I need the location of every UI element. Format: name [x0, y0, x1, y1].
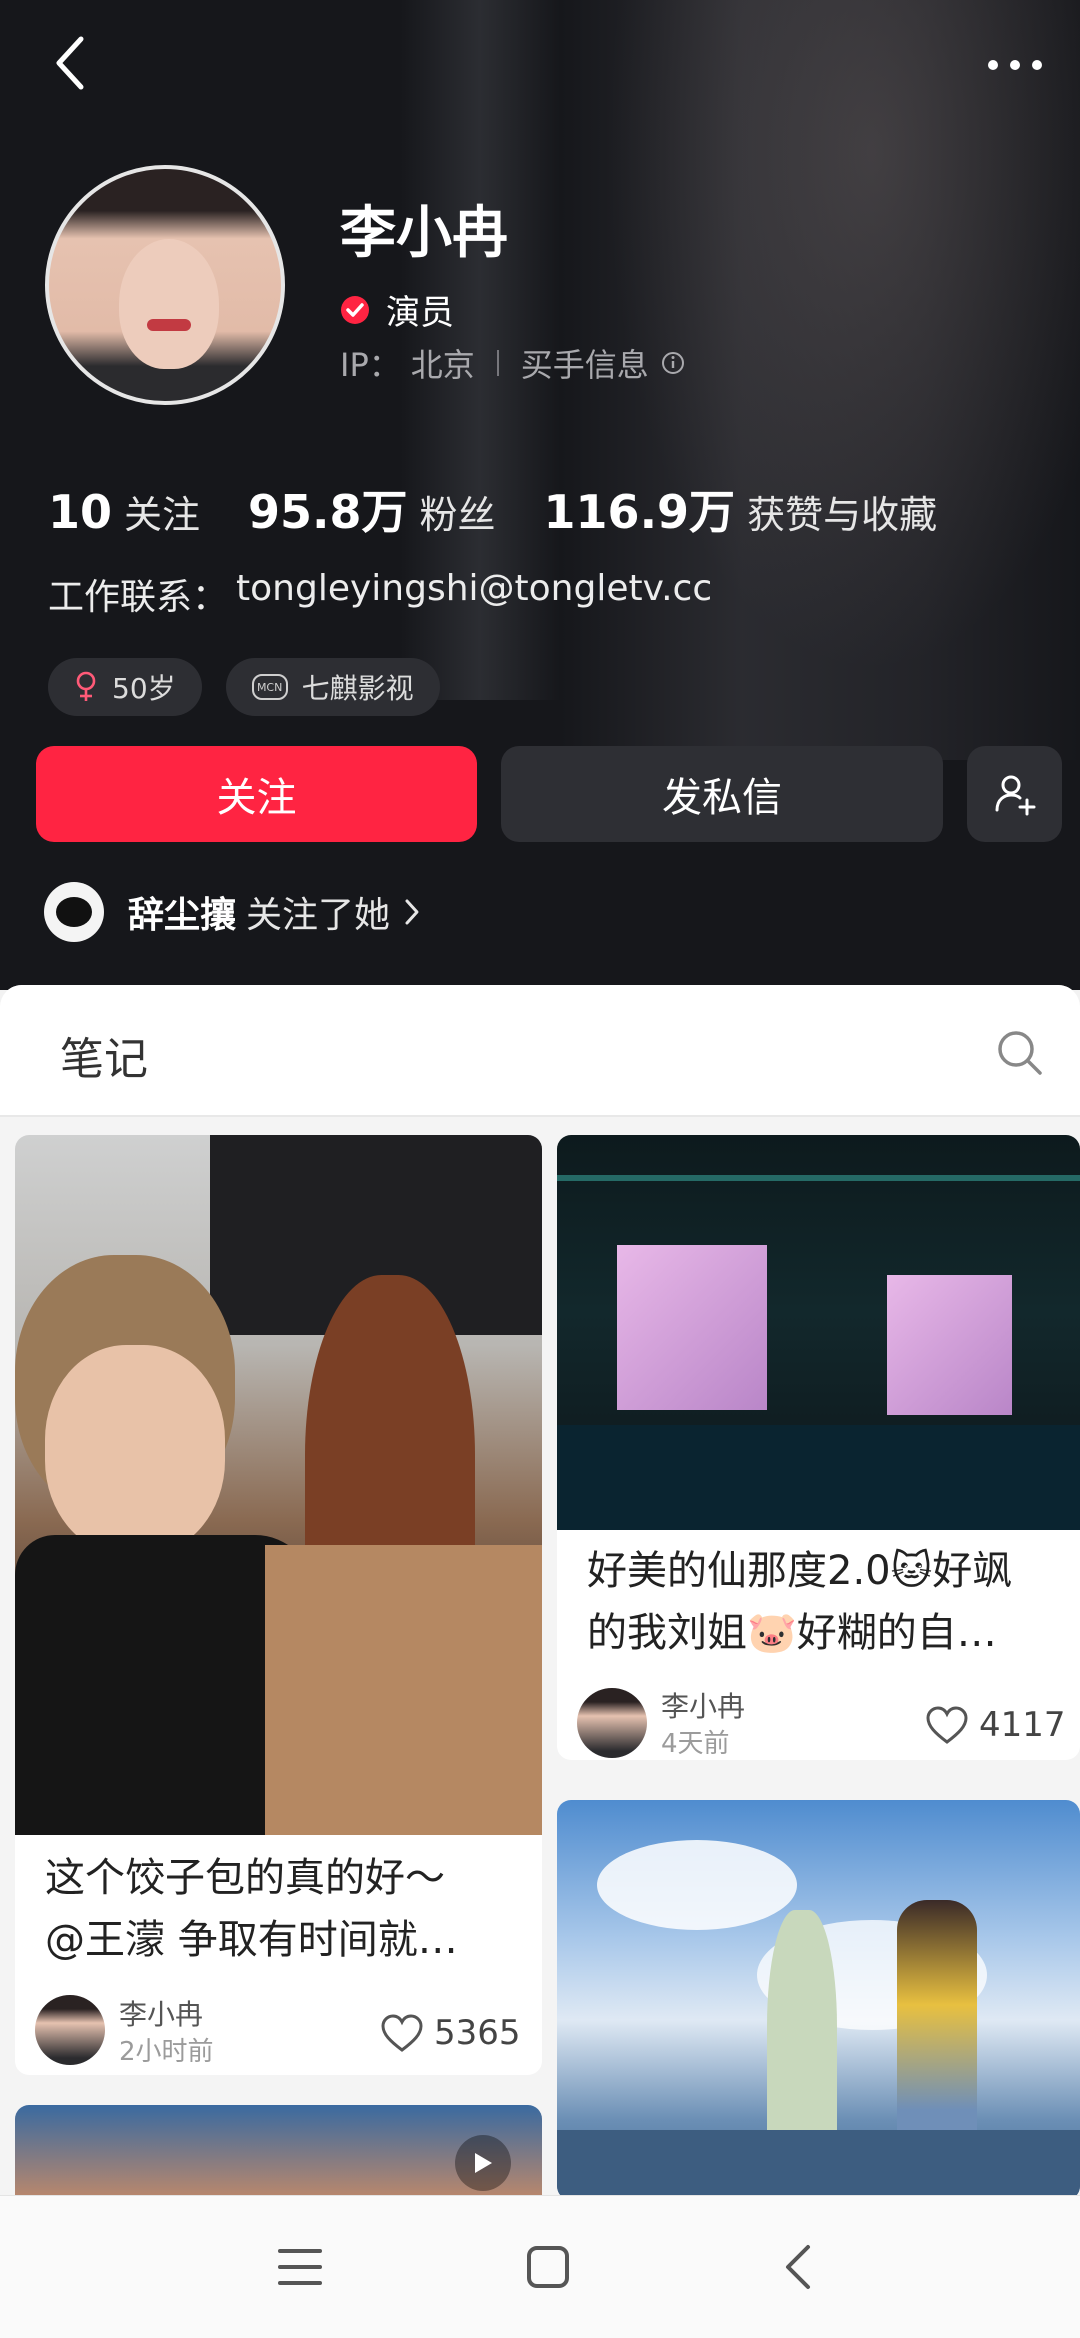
note-title-line2: 的我刘姐🐷好糊的自…: [587, 1610, 997, 1656]
note-card[interactable]: [557, 1800, 1080, 2195]
divider: [496, 350, 499, 376]
home-button[interactable]: [508, 2232, 588, 2302]
note-cover-image: [15, 1135, 542, 1835]
recent-apps-button[interactable]: [260, 2232, 340, 2302]
stat-following-label: 关注: [124, 493, 201, 537]
contact-row: 工作联系： tongleyingshi@tongletv.cc: [48, 568, 712, 620]
post-time: 4天前: [661, 1729, 730, 1759]
cover-person-face: [45, 1345, 225, 1555]
more-dots-icon: [988, 60, 1042, 70]
ip-label: IP：: [340, 346, 401, 384]
more-options-button[interactable]: [980, 40, 1050, 90]
video-play-badge: [455, 2135, 511, 2191]
note-card[interactable]: [15, 2105, 542, 2195]
verified-check-icon: [341, 295, 369, 324]
avatar-lips: [147, 319, 191, 331]
note-cover-image: [557, 1800, 1080, 2195]
contact-label: 工作联系：: [48, 577, 229, 618]
stat-likes[interactable]: 116.9万 获赞与收藏: [544, 476, 938, 542]
verified-row: 演员: [340, 285, 454, 334]
system-back-button[interactable]: [758, 2232, 838, 2302]
verified-label: 演员: [386, 293, 454, 333]
add-friend-button[interactable]: [967, 746, 1062, 842]
author-avatar[interactable]: [35, 1995, 105, 2065]
search-icon: [998, 1031, 1042, 1075]
stat-following-count: 10: [48, 485, 113, 539]
like-count: 5365: [434, 2013, 521, 2053]
note-cover-image: [557, 1135, 1080, 1530]
age-label: 50岁: [112, 672, 176, 705]
ip-value: 北京: [410, 346, 475, 384]
note-title-block: 好美的仙那度2.0🐱好飒 的我刘姐🐷好糊的自…: [557, 1540, 1080, 1664]
like-count: 4117: [979, 1705, 1066, 1745]
system-navigation-bar: [0, 2195, 1080, 2338]
age-tag: 50岁: [48, 658, 202, 716]
mutual-text: 关注了她: [246, 895, 391, 936]
profile-name: 李小冉: [340, 201, 508, 266]
mcn-label: 七麒影视: [301, 672, 414, 705]
like-button[interactable]: 5365: [380, 2013, 521, 2053]
stat-fans-count: 95.8万: [248, 485, 408, 539]
menu-lines-icon: [278, 2249, 322, 2285]
female-icon: [76, 671, 96, 701]
heart-icon: [381, 2014, 423, 2052]
mutual-avatar-figure: [56, 897, 92, 927]
buyer-info-link[interactable]: 买手信息: [521, 340, 649, 386]
cover-crowd: [557, 1425, 1080, 1530]
home-square-icon: [527, 2246, 569, 2288]
author-avatar[interactable]: [577, 1688, 647, 1758]
ip-row: IP： 北京 买手信息: [340, 340, 685, 386]
stat-following[interactable]: 10 关注: [48, 484, 200, 539]
info-icon[interactable]: [661, 351, 685, 375]
like-button[interactable]: 4117: [925, 1705, 1066, 1745]
stat-fans-label: 粉丝: [419, 493, 496, 537]
message-button[interactable]: 发私信: [501, 746, 943, 842]
note-title-line1: 好美的仙那度2.0🐱好飒: [587, 1548, 1013, 1594]
cover-stage-light: [557, 1175, 1080, 1181]
mcn-tag[interactable]: MCN 七麒影视: [225, 658, 440, 716]
chevron-right-icon: [405, 899, 419, 925]
mutual-avatar: [44, 882, 104, 942]
note-title-block: 这个饺子包的真的好～ @王濛 争取有时间就…: [15, 1847, 542, 1971]
back-arrow-icon: [56, 36, 84, 90]
note-card[interactable]: 这个饺子包的真的好～ @王濛 争取有时间就… 李小冉 2小时前 5365: [15, 1135, 542, 2075]
profile-avatar[interactable]: [45, 165, 285, 405]
contact-email: tongleyingshi@tongletv.cc: [236, 568, 713, 609]
tab-notes[interactable]: 笔记: [60, 1023, 148, 1087]
mutual-follow-row[interactable]: 辞尘攘 关注了她: [44, 882, 420, 942]
note-title-line2: @王濛 争取有时间就…: [45, 1917, 458, 1963]
heart-icon: [926, 1706, 968, 1744]
post-time: 2小时前: [119, 2037, 214, 2067]
profile-header: 李小冉 演员 IP： 北京 买手信息 10 关注 95.8万 粉丝 116.9万…: [0, 0, 1080, 990]
mutual-name: 辞尘攘: [128, 895, 237, 936]
notes-tab-bar: 笔记: [0, 985, 1080, 1117]
note-card[interactable]: 好美的仙那度2.0🐱好飒 的我刘姐🐷好糊的自… 李小冉 4天前 4117: [557, 1135, 1080, 1760]
play-icon: [475, 2153, 492, 2173]
stat-fans[interactable]: 95.8万 粉丝: [248, 476, 496, 542]
cover-table: [265, 1545, 542, 1835]
cover-screen-left: [617, 1245, 767, 1410]
mcn-icon: MCN: [251, 674, 288, 700]
cover-screen-right: [887, 1275, 1012, 1415]
stats-row: 10 关注 95.8万 粉丝 116.9万 获赞与收藏: [48, 476, 937, 542]
stat-likes-count: 116.9万: [543, 485, 736, 539]
avatar-face: [119, 239, 219, 369]
chevron-left-icon: [786, 2245, 810, 2289]
note-title-line1: 这个饺子包的真的好～: [45, 1855, 445, 1901]
cover-cloud: [597, 1840, 797, 1930]
author-name[interactable]: 李小冉: [119, 1993, 203, 2033]
stat-likes-label: 获赞与收藏: [747, 493, 938, 537]
search-button[interactable]: [990, 1023, 1050, 1083]
cover-mountains: [557, 2130, 1080, 2195]
tags-row: 50岁 MCN 七麒影视: [48, 658, 440, 716]
add-user-icon: [995, 775, 1035, 816]
follow-button[interactable]: 关注: [36, 746, 477, 842]
author-name[interactable]: 李小冉: [661, 1685, 745, 1725]
back-button[interactable]: [40, 28, 100, 98]
notes-section: 笔记 这个饺子包的真的好～ @王濛 争取有时间就… 李小冉 2小时前 5365: [0, 985, 1080, 2195]
